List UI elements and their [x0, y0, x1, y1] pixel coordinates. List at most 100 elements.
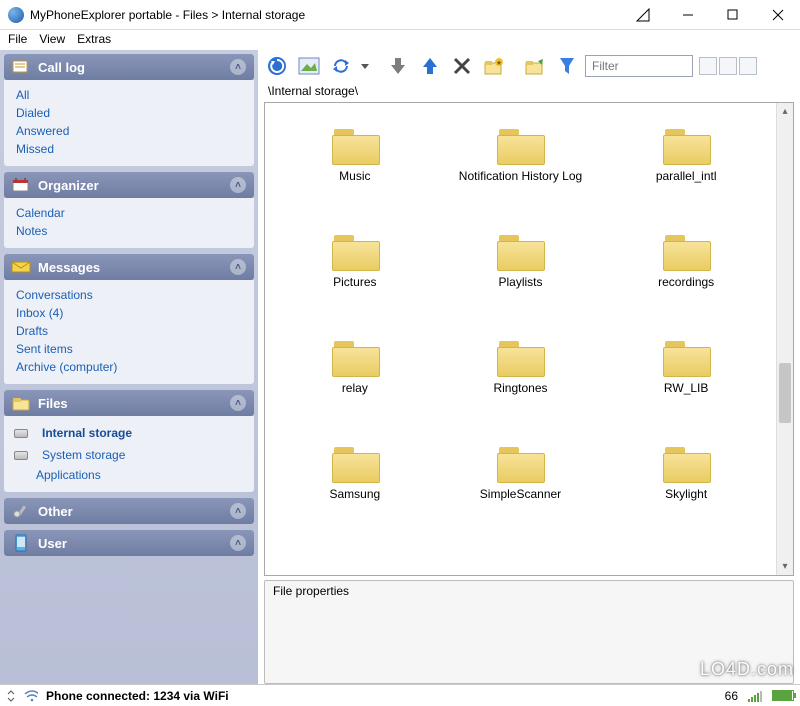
panel-calllog: Call log ˄ All Dialed Answered Missed	[4, 54, 254, 166]
scroll-down-button[interactable]: ▾	[777, 558, 793, 575]
sidebar-item-archive[interactable]: Archive (computer)	[8, 358, 250, 376]
vertical-scrollbar[interactable]: ▴ ▾	[776, 103, 793, 575]
file-properties-title: File properties	[265, 581, 793, 601]
scroll-up-button[interactable]: ▴	[777, 103, 793, 120]
sidebar-item-system-storage[interactable]: System storage	[34, 446, 133, 464]
sidebar-item-drafts[interactable]: Drafts	[8, 322, 250, 340]
panel-head-calllog[interactable]: Call log ˄	[4, 54, 254, 80]
folder-icon	[495, 231, 545, 271]
other-icon	[10, 502, 32, 520]
file-grid[interactable]: Music Notification History Log parallel_…	[265, 103, 776, 575]
sync-dropdown-button[interactable]	[359, 52, 371, 80]
panel-head-messages[interactable]: Messages ˄	[4, 254, 254, 280]
find-folder-button[interactable]	[521, 52, 549, 80]
watermark: LO4D.com	[700, 659, 794, 680]
folder-label: recordings	[658, 275, 714, 289]
folder-item[interactable]: Ringtones	[441, 329, 601, 429]
upload-button[interactable]	[416, 52, 444, 80]
view-mode-group	[699, 57, 757, 75]
view-large-icons-button[interactable]	[699, 57, 717, 75]
folder-item[interactable]: Pictures	[275, 223, 435, 323]
folder-label: Samsung	[329, 487, 380, 501]
folder-item[interactable]: SimpleScanner	[441, 435, 601, 535]
expand-icon[interactable]	[6, 690, 16, 702]
view-list-button[interactable]	[719, 57, 737, 75]
folder-label: Ringtones	[493, 381, 547, 395]
folder-label: RW_LIB	[664, 381, 708, 395]
breadcrumb[interactable]: \Internal storage\	[258, 82, 800, 102]
sidebar-item-notes[interactable]: Notes	[8, 222, 250, 240]
panel-messages: Messages ˄ Conversations Inbox (4) Draft…	[4, 254, 254, 384]
status-text: Phone connected: 1234 via WiFi	[46, 689, 229, 703]
files-icon	[10, 394, 32, 412]
sidebar-item-all[interactable]: All	[8, 86, 250, 104]
folder-label: Pictures	[333, 275, 376, 289]
svg-text:★: ★	[496, 59, 502, 67]
new-folder-button[interactable]: ★	[480, 52, 508, 80]
panel-head-files[interactable]: Files ˄	[4, 390, 254, 416]
file-view: Music Notification History Log parallel_…	[264, 102, 794, 576]
folder-icon	[330, 125, 380, 165]
panel-head-organizer[interactable]: Organizer ˄	[4, 172, 254, 198]
folder-item[interactable]: RW_LIB	[606, 329, 766, 429]
chevron-up-icon: ˄	[230, 535, 246, 551]
panel-head-other[interactable]: Other ˄	[4, 498, 254, 524]
filter-input[interactable]	[585, 55, 693, 77]
sidebar-item-answered[interactable]: Answered	[8, 122, 250, 140]
panel-organizer: Organizer ˄ Calendar Notes	[4, 172, 254, 248]
delete-button[interactable]	[448, 52, 476, 80]
scroll-thumb[interactable]	[779, 363, 791, 423]
sidebar-item-sentitems[interactable]: Sent items	[8, 340, 250, 358]
folder-label: parallel_intl	[656, 169, 717, 183]
close-button[interactable]	[755, 0, 800, 30]
sidebar-item-internal-storage[interactable]: Internal storage	[34, 424, 140, 442]
sidebar-item-applications[interactable]: Applications	[8, 466, 250, 484]
sync-button[interactable]	[327, 52, 355, 80]
folder-item[interactable]: Playlists	[441, 223, 601, 323]
chevron-up-icon: ˄	[230, 259, 246, 275]
titlebar: MyPhoneExplorer portable - Files > Inter…	[0, 0, 800, 30]
maximize-button[interactable]	[710, 0, 755, 30]
folder-item[interactable]: Samsung	[275, 435, 435, 535]
folder-icon	[661, 231, 711, 271]
minimize-button[interactable]	[665, 0, 710, 30]
folder-label: relay	[342, 381, 368, 395]
folder-item[interactable]: Music	[275, 117, 435, 217]
sidebar-item-calendar[interactable]: Calendar	[8, 204, 250, 222]
folder-icon	[330, 443, 380, 483]
filter-button[interactable]	[553, 52, 581, 80]
folder-item[interactable]: relay	[275, 329, 435, 429]
sidebar-item-missed[interactable]: Missed	[8, 140, 250, 158]
panel-files: Files ˄ Internal storage System storage …	[4, 390, 254, 492]
panel-head-user[interactable]: User ˄	[4, 530, 254, 556]
folder-label: Notification History Log	[459, 169, 582, 183]
view-image-button[interactable]	[295, 52, 323, 80]
folder-icon	[661, 443, 711, 483]
folder-item[interactable]: Skylight	[606, 435, 766, 535]
statusbar: Phone connected: 1234 via WiFi 66	[0, 684, 800, 706]
folder-item[interactable]: recordings	[606, 223, 766, 323]
drive-icon	[14, 451, 28, 460]
menu-view[interactable]: View	[39, 32, 65, 48]
app-icon	[8, 7, 24, 23]
sidebar-item-dialed[interactable]: Dialed	[8, 104, 250, 122]
sidebar-item-conversations[interactable]: Conversations	[8, 286, 250, 304]
content: ★ \Internal storage\ Music Notification …	[258, 50, 800, 684]
panel-title: Call log	[38, 60, 85, 75]
panel-title: Messages	[38, 260, 100, 275]
messages-icon	[10, 258, 32, 276]
folder-item[interactable]: parallel_intl	[606, 117, 766, 217]
folder-item[interactable]: Notification History Log	[441, 117, 601, 217]
download-button[interactable]	[384, 52, 412, 80]
chevron-up-icon: ˄	[230, 395, 246, 411]
folder-icon	[661, 337, 711, 377]
signal-icon	[748, 690, 762, 702]
network-indicator-icon[interactable]	[620, 0, 665, 30]
view-details-button[interactable]	[739, 57, 757, 75]
refresh-button[interactable]	[263, 52, 291, 80]
menu-extras[interactable]: Extras	[77, 32, 111, 48]
panel-other: Other ˄	[4, 498, 254, 524]
sidebar-item-inbox[interactable]: Inbox (4)	[8, 304, 250, 322]
menu-file[interactable]: File	[8, 32, 27, 48]
chevron-up-icon: ˄	[230, 59, 246, 75]
